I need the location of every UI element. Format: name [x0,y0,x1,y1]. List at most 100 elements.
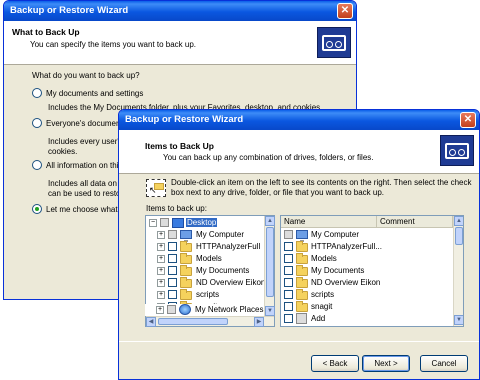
list-item[interactable]: ND Overview Eikon [281,277,451,289]
collapse-icon[interactable]: − [149,219,157,227]
column-header-name[interactable]: Name [281,216,377,228]
option-label[interactable]: My documents and settings [46,89,143,98]
folder-icon [180,289,192,300]
list-item-label: scripts [311,290,335,299]
double-click-icon: ↖ [146,179,166,197]
folder-icon [296,277,308,288]
title-bar[interactable]: Backup or Restore Wizard ✕ [4,1,356,21]
expand-icon[interactable]: + [157,243,165,251]
expand-icon[interactable]: + [157,231,165,239]
expand-icon[interactable]: + [157,267,165,275]
radio-everyones-documents[interactable] [32,118,42,128]
scroll-up-icon[interactable]: ▲ [454,216,463,226]
tree-checkbox[interactable] [168,266,177,275]
list-checkbox[interactable] [284,278,293,287]
expand-icon[interactable]: + [157,255,165,263]
desktop-icon [172,218,184,228]
list-checkbox[interactable] [284,266,293,275]
expand-icon[interactable]: + [157,279,165,287]
instruction-line1: Double-click an item on the left to see … [171,178,472,187]
folder-icon [180,241,192,252]
header-title: Items to Back Up [145,141,214,151]
radio-my-documents[interactable] [32,88,42,98]
list-item-label: Models [311,254,337,263]
add-icon [296,313,307,324]
list-item[interactable]: My Computer [281,229,451,242]
list-item[interactable]: snagit [281,301,451,313]
tree-checkbox[interactable] [168,242,177,251]
tree-item[interactable]: + My Documents [146,265,264,277]
list-item-label: Add [311,314,326,323]
tree-checkbox[interactable] [168,290,177,299]
list-item[interactable]: Models [281,253,451,265]
tree-item[interactable]: − Desktop [146,217,264,229]
window-title: Backup or Restore Wizard [125,114,244,125]
list-checkbox[interactable] [284,254,293,263]
items-list[interactable]: Name Comment ▲ ▼ My Computer HTTPAnalyze… [280,215,464,327]
radio-all-information[interactable] [32,160,42,170]
list-item[interactable]: Add [281,313,451,325]
wizard-header: What to Back Up You can specify the item… [4,21,356,65]
scroll-up-icon[interactable]: ▲ [265,216,275,226]
close-button[interactable]: ✕ [337,3,353,19]
scroll-down-icon[interactable]: ▼ [265,306,275,316]
tree-checkbox[interactable] [168,278,177,287]
backup-icon [440,135,474,166]
list-vertical-scrollbar[interactable]: ▲ ▼ [453,216,463,326]
folder-icon [180,277,192,288]
close-icon: ✕ [463,114,473,125]
tree-horizontal-scrollbar[interactable]: ◀ ▶ [146,316,274,327]
scroll-left-icon[interactable]: ◀ [146,317,156,327]
folder-icon [296,253,308,264]
list-checkbox[interactable] [284,302,293,311]
scroll-thumb[interactable] [455,227,463,245]
tree-item-label: HTTPAnalyzerFull [196,242,261,251]
tree-item[interactable]: + ND Overview Eikon [146,277,264,289]
back-button[interactable]: < Back [311,355,359,372]
question-label: What do you want to back up? [32,71,140,80]
list-item[interactable]: HTTPAnalyzerFull... [281,241,451,253]
radio-let-me-choose[interactable] [32,204,42,214]
scroll-thumb[interactable] [158,318,228,325]
scroll-down-icon[interactable]: ▼ [454,315,463,325]
list-checkbox[interactable] [284,230,293,239]
expand-icon[interactable]: + [156,306,164,314]
tree-checkbox[interactable] [168,254,177,263]
tree-item[interactable]: + scripts [146,289,264,301]
tree-item[interactable]: + HTTPAnalyzerFull [146,241,264,253]
title-bar[interactable]: Backup or Restore Wizard ✕ [119,110,479,130]
network-icon [179,304,191,315]
items-label: Items to back up: [146,204,207,213]
backup-icon [317,27,351,58]
folder-icon [296,301,308,312]
tree-checkbox[interactable] [168,230,177,239]
tree-checkbox[interactable] [160,218,169,227]
wizard-header: Items to Back Up You can back up any com… [119,130,479,174]
tree-item[interactable]: + My Computer [146,229,264,242]
header-subtitle: You can specify the items you want to ba… [30,40,197,49]
folder-icon [180,253,192,264]
list-item[interactable]: scripts [281,289,451,301]
tree-item-label: My Network Places [195,305,264,314]
list-checkbox[interactable] [284,290,293,299]
scroll-right-icon[interactable]: ▶ [254,317,264,327]
tree-item-label: Models [196,254,222,263]
list-item-label: My Computer [311,230,360,239]
scroll-thumb[interactable] [266,227,274,297]
tree-item-network[interactable]: + My Network Places [145,304,263,316]
next-button[interactable]: Next > [362,355,410,372]
list-item-label: HTTPAnalyzerFull... [311,242,382,251]
list-checkbox[interactable] [284,242,293,251]
column-header-comment[interactable]: Comment [377,216,453,228]
list-checkbox[interactable] [284,314,293,323]
close-icon: ✕ [340,5,350,16]
cancel-button[interactable]: Cancel [420,355,468,372]
expand-icon[interactable]: + [157,291,165,299]
folder-icon [296,289,308,300]
close-button[interactable]: ✕ [460,112,476,128]
tree-item-label: My Computer [196,230,245,239]
tree-vertical-scrollbar[interactable]: ▲ ▼ [264,216,275,316]
tree-item[interactable]: + Models [146,253,264,265]
tree-checkbox[interactable] [167,305,176,314]
list-item[interactable]: My Documents [281,265,451,277]
